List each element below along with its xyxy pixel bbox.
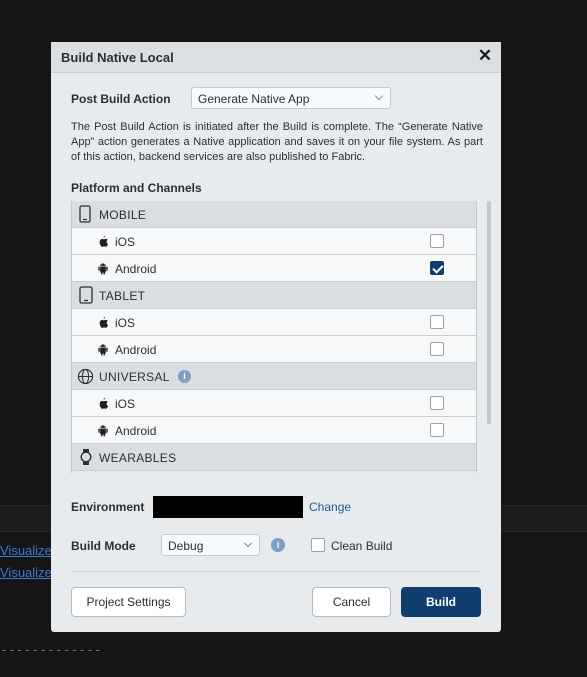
group-name: TABLET <box>99 289 146 303</box>
group-name: MOBILE <box>99 208 147 222</box>
group-name: WEARABLES <box>99 451 177 465</box>
mobile-phone-icon <box>79 205 91 223</box>
build-native-local-dialog: Build Native Local ✕ Post Build Action G… <box>51 42 501 632</box>
cancel-button[interactable]: Cancel <box>312 587 391 617</box>
background-dashes: ------------- <box>0 643 102 658</box>
group-row-tablet: TABLET <box>72 282 476 309</box>
build-mode-label: Build Mode <box>71 539 136 553</box>
watch-icon <box>80 449 92 465</box>
environment-label: Environment <box>71 500 145 514</box>
android-icon <box>98 263 108 275</box>
background-link[interactable]: Visualizer <box>0 543 56 558</box>
group-row-wearables: WEARABLES <box>72 444 476 471</box>
info-icon[interactable]: i <box>178 370 191 383</box>
tablet-ios-checkbox[interactable] <box>430 315 444 329</box>
platform-row-tablet-android[interactable]: Android <box>72 336 476 363</box>
build-mode-select[interactable]: Debug <box>161 534 260 556</box>
post-build-action-value: Generate Native App <box>198 92 310 106</box>
platform-channels-label: Platform and Channels <box>71 181 202 195</box>
group-name: UNIVERSAL <box>99 370 170 384</box>
platform-name: Android <box>115 343 157 357</box>
dialog-header: Build Native Local ✕ <box>51 42 501 73</box>
build-button[interactable]: Build <box>401 587 481 617</box>
android-icon <box>98 425 108 437</box>
clean-build-label: Clean Build <box>331 539 393 553</box>
background-link[interactable]: Visualizer <box>0 565 56 580</box>
universal-ios-checkbox[interactable] <box>430 396 444 410</box>
tablet-android-checkbox[interactable] <box>430 342 444 356</box>
platform-row-mobile-ios[interactable]: iOS <box>72 228 476 255</box>
dialog-title: Build Native Local <box>61 50 174 65</box>
clean-build-checkbox[interactable] <box>311 538 325 552</box>
platform-row-tablet-ios[interactable]: iOS <box>72 309 476 336</box>
globe-icon <box>77 368 94 385</box>
project-settings-button[interactable]: Project Settings <box>71 587 186 617</box>
group-row-mobile: MOBILE <box>72 201 476 228</box>
platform-row-mobile-android[interactable]: Android <box>72 255 476 282</box>
change-environment-link[interactable]: Change <box>309 500 351 514</box>
platform-row-universal-ios[interactable]: iOS <box>72 390 476 417</box>
post-build-description: The Post Build Action is initiated after… <box>71 121 483 163</box>
apple-icon <box>99 235 109 247</box>
chevron-down-icon <box>243 538 253 548</box>
universal-android-checkbox[interactable] <box>430 423 444 437</box>
platform-name: iOS <box>115 316 136 330</box>
close-icon[interactable]: ✕ <box>476 47 494 65</box>
platform-name: Android <box>115 262 157 276</box>
platform-name: iOS <box>115 397 136 411</box>
post-build-action-select[interactable]: Generate Native App <box>191 87 391 109</box>
platform-list: MOBILE iOS Android TABLET iOS Android UN… <box>71 201 477 473</box>
platform-list-scrollbar[interactable] <box>487 201 491 424</box>
post-build-action-label: Post Build Action <box>71 92 171 106</box>
platform-name: iOS <box>115 235 136 249</box>
footer-divider <box>71 571 481 572</box>
apple-icon <box>99 316 109 328</box>
tablet-icon <box>79 286 93 304</box>
mobile-ios-checkbox[interactable] <box>430 234 444 248</box>
platform-name: Android <box>115 424 157 438</box>
environment-value-redacted <box>153 496 303 518</box>
build-mode-value: Debug <box>168 539 204 553</box>
android-icon <box>98 344 108 356</box>
platform-row-universal-android[interactable]: Android <box>72 417 476 444</box>
mobile-android-checkbox[interactable] <box>430 261 444 275</box>
apple-icon <box>99 397 109 409</box>
chevron-down-icon <box>374 91 384 101</box>
info-icon[interactable]: i <box>271 538 285 552</box>
group-row-universal: UNIVERSAL i <box>72 363 476 390</box>
